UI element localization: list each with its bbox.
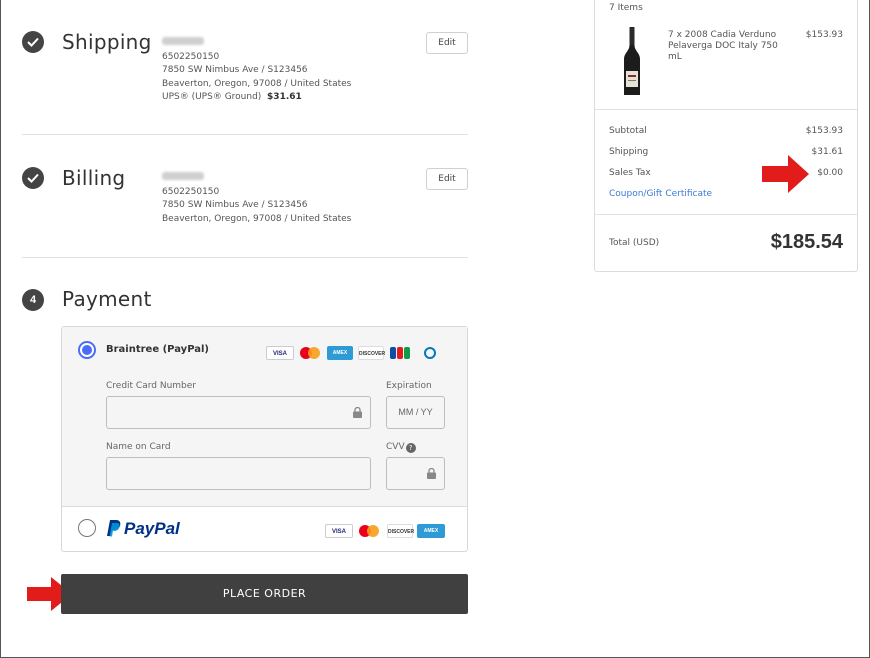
billing-edit-button[interactable]: Edit [426, 168, 468, 190]
item-description: 7 x 2008 Cadia Verduno Pelaverga DOC Ita… [668, 30, 778, 62]
subtotal-label: Subtotal [609, 126, 647, 136]
payment-step-number: 4 [22, 289, 44, 311]
red-arrow-annotation-icon [762, 154, 810, 194]
coupon-link[interactable]: Coupon/Gift Certificate [609, 189, 712, 199]
total-value: $185.54 [770, 231, 843, 253]
shipping-street: 7850 SW Nimbus Ave / S123456 [162, 65, 308, 75]
paypal-radio[interactable] [78, 519, 96, 537]
wine-bottle-image [621, 27, 643, 97]
expiration-label: Expiration [386, 381, 432, 391]
visa-icon: VISA [266, 346, 294, 360]
visa-icon: VISA [325, 524, 353, 538]
cvv-input[interactable] [386, 457, 445, 490]
billing-street: 7850 SW Nimbus Ave / S123456 [162, 200, 308, 210]
divider [595, 109, 857, 110]
billing-step-title: Billing [62, 166, 126, 190]
shipping-step-title: Shipping [62, 30, 152, 54]
shipping-phone: 6502250150 [162, 51, 220, 62]
shipping-name-redacted [162, 37, 204, 45]
braintree-label: Braintree (PayPal) [106, 344, 210, 355]
shipping-method-line: UPS® (UPS® Ground) $31.61 [162, 91, 351, 105]
cvv-label: CVV? [386, 442, 416, 453]
shipping-label: Shipping [609, 147, 649, 157]
braintree-option-panel: Braintree (PayPal) VISA AMEX DISCOVER Cr… [62, 327, 467, 507]
sales-tax-label: Sales Tax [609, 168, 651, 178]
subtotal-value: $153.93 [805, 126, 843, 136]
shipping-edit-button[interactable]: Edit [426, 32, 468, 54]
discover-icon: DISCOVER [358, 346, 385, 360]
shipping-complete-check-icon [22, 31, 44, 53]
billing-phone: 6502250150 [162, 186, 220, 197]
expiration-input[interactable]: MM / YY [386, 396, 445, 429]
billing-name-redacted [162, 172, 204, 180]
shipping-value: $31.61 [811, 147, 844, 157]
card-number-input[interactable] [106, 396, 371, 429]
billing-complete-check-icon [22, 167, 44, 189]
amex-icon: AMEX [327, 346, 353, 360]
shipping-city: Beaverton, Oregon, 97008 / United States [162, 78, 352, 89]
paypal-label: PayPal [124, 519, 180, 538]
shipping-method-cost: $31.61 [267, 92, 302, 102]
place-order-button[interactable]: PLACE ORDER [61, 574, 468, 614]
item-price: $153.93 [805, 30, 843, 40]
diners-icon [424, 347, 436, 359]
discover-icon: DISCOVER [387, 524, 414, 538]
name-on-card-input[interactable] [106, 457, 371, 490]
sales-tax-value: $0.00 [817, 168, 843, 178]
jcb-icon [390, 346, 410, 360]
braintree-radio[interactable] [78, 341, 96, 359]
order-summary: 7 Items 7 x 2008 Cadia Verduno Pelaverga… [594, 0, 858, 272]
lock-icon [427, 468, 436, 479]
items-count: 7 Items [609, 3, 643, 13]
cvv-help-icon[interactable]: ? [405, 443, 416, 453]
lock-icon [353, 407, 362, 418]
billing-city: Beaverton, Oregon, 97008 / United States [162, 213, 352, 224]
paypal-logo-icon [106, 519, 122, 537]
amex-icon: AMEX [417, 524, 445, 538]
shipping-method: UPS® (UPS® Ground) [162, 92, 262, 102]
card-number-label: Credit Card Number [106, 381, 196, 391]
mastercard-icon [357, 524, 383, 538]
payment-step-title: Payment [62, 287, 152, 311]
total-label: Total (USD) [609, 238, 660, 248]
cvv-label-text: CVV [386, 442, 405, 452]
divider [22, 257, 468, 258]
shipping-address: 6502250150 7850 SW Nimbus Ave / S123456 … [162, 37, 351, 105]
mastercard-icon [298, 346, 324, 360]
divider [22, 134, 468, 135]
divider [595, 214, 857, 215]
name-on-card-label: Name on Card [106, 442, 171, 452]
payment-methods-box: Braintree (PayPal) VISA AMEX DISCOVER Cr… [61, 326, 468, 552]
billing-address: 6502250150 7850 SW Nimbus Ave / S123456 … [162, 172, 351, 226]
